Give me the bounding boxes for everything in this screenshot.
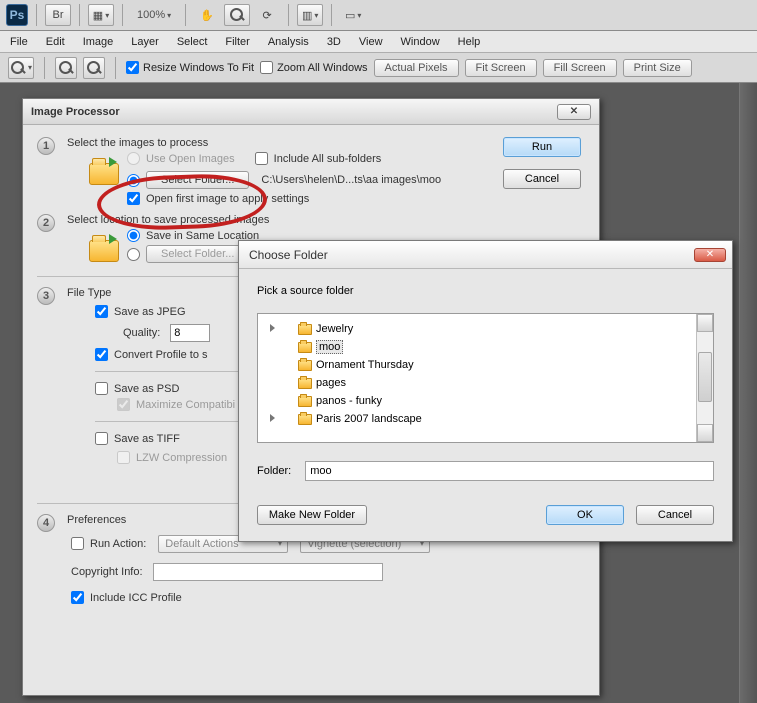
actual-pixels-button[interactable]: Actual Pixels — [374, 59, 459, 77]
ok-button[interactable]: OK — [546, 505, 624, 525]
zoom-in-icon[interactable] — [55, 57, 77, 79]
close-icon[interactable]: ✕ — [694, 248, 726, 262]
zoom-out-icon[interactable] — [83, 57, 105, 79]
menu-edit[interactable]: Edit — [46, 36, 65, 48]
folder-icon — [298, 324, 312, 335]
icc-profile-checkbox[interactable]: Include ICC Profile — [71, 591, 585, 604]
menu-analysis[interactable]: Analysis — [268, 36, 309, 48]
expander-icon[interactable] — [270, 414, 275, 422]
menu-filter[interactable]: Filter — [225, 36, 249, 48]
dialog-title: Image Processor — [31, 106, 120, 118]
include-subfolders-checkbox[interactable]: Include All sub-folders — [255, 152, 382, 165]
app-icon: Ps — [6, 4, 28, 26]
expander-icon[interactable] — [270, 324, 275, 332]
tree-item[interactable]: Jewelry — [258, 320, 696, 338]
folder-label: Folder: — [257, 465, 291, 477]
scrollbar-thumb[interactable] — [698, 352, 712, 402]
tree-item[interactable]: pages — [258, 374, 696, 392]
save-select-folder-button[interactable]: Select Folder... — [146, 245, 249, 263]
arrange-docs-button[interactable]: ▥ — [297, 4, 323, 26]
folder-icon — [298, 360, 312, 371]
folder-tree: Jewelry moo Ornament Thursday pages pano… — [257, 313, 714, 443]
copyright-field[interactable] — [153, 563, 383, 581]
menu-view[interactable]: View — [359, 36, 383, 48]
step-badge-1: 1 — [37, 137, 55, 155]
panel-dock — [739, 83, 757, 703]
menu-file[interactable]: File — [10, 36, 28, 48]
menu-image[interactable]: Image — [83, 36, 114, 48]
quality-label: Quality: — [123, 327, 160, 339]
step-badge-4: 4 — [37, 514, 55, 532]
use-open-images-radio: Use Open Images — [127, 152, 235, 165]
dialog-titlebar: Choose Folder ✕ — [239, 241, 732, 269]
folder-icon — [298, 414, 312, 425]
bridge-button[interactable]: Br — [45, 4, 71, 26]
dialog-titlebar: Image Processor ✕ — [23, 99, 599, 125]
print-size-button[interactable]: Print Size — [623, 59, 692, 77]
tool-preset-zoom[interactable] — [8, 57, 34, 79]
options-bar: Resize Windows To Fit Zoom All Windows A… — [0, 53, 757, 83]
zoom-tool-icon[interactable] — [224, 4, 250, 26]
hand-tool-icon[interactable]: ✋ — [194, 4, 220, 26]
menu-3d[interactable]: 3D — [327, 36, 341, 48]
tree-item-selected[interactable]: moo — [258, 338, 696, 356]
selected-path: C:\Users\helen\D...ts\aa images\moo — [261, 174, 441, 186]
resize-windows-checkbox[interactable]: Resize Windows To Fit — [126, 61, 254, 74]
tree-item[interactable]: Ornament Thursday — [258, 356, 696, 374]
cancel-button[interactable]: Cancel — [636, 505, 714, 525]
menu-select[interactable]: Select — [177, 36, 208, 48]
miniview-button[interactable]: ▦ — [88, 4, 114, 26]
tree-item[interactable]: panos - funky — [258, 392, 696, 410]
zoom-all-checkbox[interactable]: Zoom All Windows — [260, 61, 367, 74]
folder-icon — [87, 232, 121, 266]
select-folder-button[interactable]: Select Folder... — [146, 171, 249, 189]
zoom-field[interactable]: 100% — [131, 9, 177, 21]
make-new-folder-button[interactable]: Make New Folder — [257, 505, 367, 525]
choose-folder-dialog: Choose Folder ✕ Pick a source folder Jew… — [238, 240, 733, 542]
menu-layer[interactable]: Layer — [131, 36, 159, 48]
folder-icon — [298, 378, 312, 389]
run-action-checkbox[interactable]: Run Action: — [71, 537, 146, 550]
menu-help[interactable]: Help — [458, 36, 481, 48]
dialog-title: Choose Folder — [249, 248, 328, 262]
menu-window[interactable]: Window — [401, 36, 440, 48]
prompt-text: Pick a source folder — [257, 285, 714, 297]
copyright-label: Copyright Info: — [71, 566, 143, 578]
folder-icon — [87, 155, 121, 189]
folder-name-field[interactable] — [305, 461, 714, 481]
rotate-view-icon[interactable]: ⟳ — [254, 4, 280, 26]
step-badge-2: 2 — [37, 214, 55, 232]
lzw-checkbox: LZW Compression — [117, 451, 227, 464]
step-badge-3: 3 — [37, 287, 55, 305]
menubar: File Edit Image Layer Select Filter Anal… — [0, 31, 757, 53]
app-toolbar: Ps Br ▦ 100% ✋ ⟳ ▥ ▭ — [0, 0, 757, 31]
quality-field[interactable] — [170, 324, 210, 342]
cancel-button[interactable]: Cancel — [503, 169, 581, 189]
folder-icon — [298, 342, 312, 353]
fill-screen-button[interactable]: Fill Screen — [543, 59, 617, 77]
close-icon[interactable]: ✕ — [557, 104, 591, 120]
screen-mode-button[interactable]: ▭ — [340, 4, 366, 26]
fit-screen-button[interactable]: Fit Screen — [465, 59, 537, 77]
tree-item[interactable]: Paris 2007 landscape — [258, 410, 696, 428]
folder-icon — [298, 396, 312, 407]
run-button[interactable]: Run — [503, 137, 581, 157]
scrollbar[interactable] — [696, 314, 713, 442]
